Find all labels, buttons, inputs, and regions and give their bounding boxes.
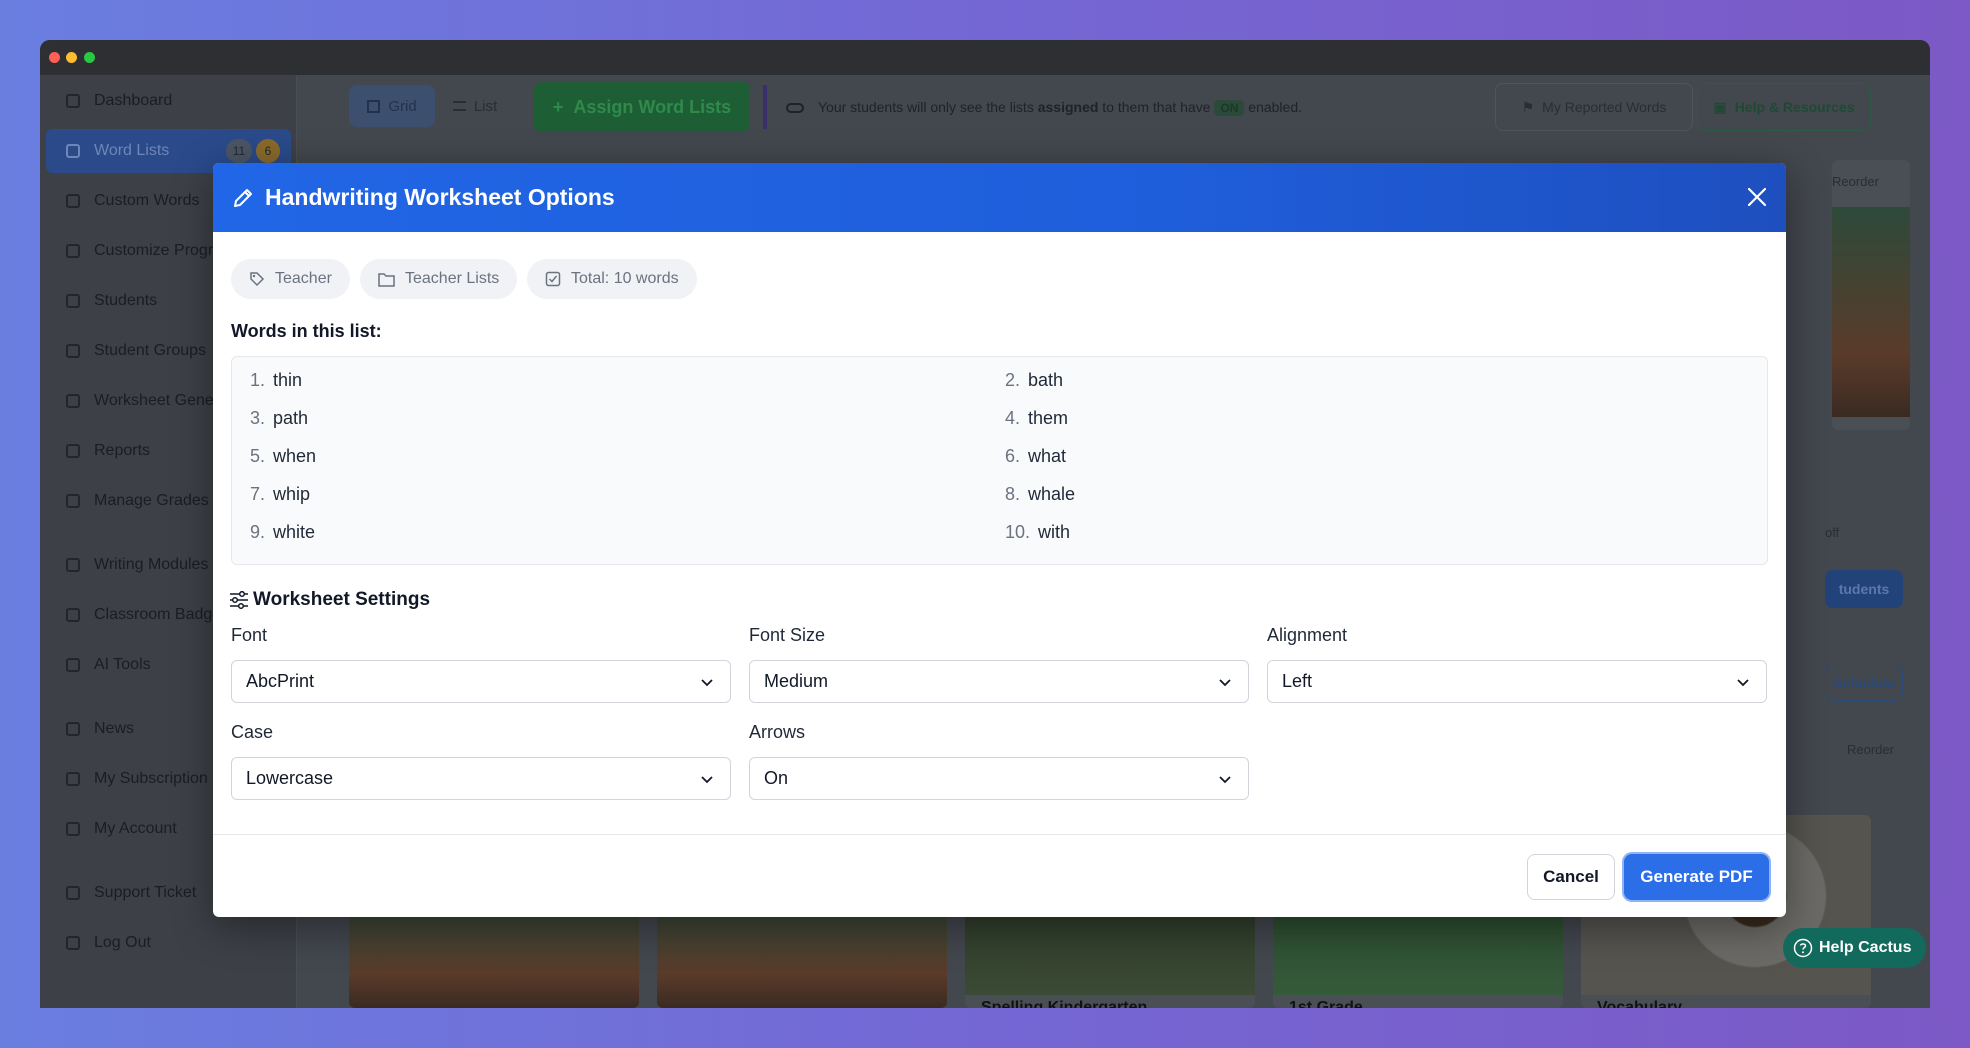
case-label: Case [231,722,274,742]
word-number: 1. [250,370,266,390]
list-item: 6. what [1005,446,1066,467]
total-words-chip: Total: 10 words [527,259,697,299]
alignment-select[interactable]: Left [1267,660,1767,703]
font-label: Font [231,625,268,645]
list-item: 10. with [1005,522,1070,543]
handwriting-worksheet-modal: Handwriting Worksheet Options Teacher Te… [213,163,1786,917]
font-size-label: Font Size [749,625,826,645]
modal-overlay: Handwriting Worksheet Options Teacher Te… [0,0,1970,1048]
modal-title: Handwriting Worksheet Options [265,184,615,210]
arrows-label: Arrows [749,722,806,742]
word-number: 7. [250,484,266,504]
question-circle-icon [1793,938,1813,958]
tag-icon [250,272,265,287]
words-list: 1. thin 2. bath 3. path 4. them 5. when 6. wha… [231,356,1768,565]
chevron-down-icon [1219,776,1231,784]
word-number: 9. [250,522,266,542]
alignment-label: Alignment [1267,625,1348,645]
list-item: 4. them [1005,408,1068,429]
chevron-down-icon [701,679,713,687]
word-text: whale [1028,484,1076,504]
pencil-icon [234,188,252,207]
case-value: Lowercase [246,768,334,788]
folder-icon [378,272,395,287]
worksheet-settings-heading: Worksheet Settings [229,589,430,611]
chevron-down-icon [1219,679,1231,687]
checklist-icon [545,271,561,287]
list-item: 5. when [250,446,316,467]
word-text: white [273,522,316,542]
list-item: 8. whale [1005,484,1075,505]
list-item: 9. white [250,522,315,543]
cancel-button[interactable]: Cancel [1527,854,1615,900]
word-number: 10. [1005,522,1031,542]
modal-footer-divider [213,834,1786,835]
font-size-value: Medium [764,671,829,691]
word-number: 2. [1005,370,1021,390]
word-number: 5. [250,446,266,466]
word-text: path [273,408,309,428]
word-text: whip [273,484,311,504]
word-number: 8. [1005,484,1021,504]
font-select[interactable]: AbcPrint [231,660,731,703]
chip-label: Teacher Lists [405,270,500,287]
modal-header: Handwriting Worksheet Options [213,163,1786,232]
word-text: with [1038,522,1071,542]
word-number: 3. [250,408,266,428]
arrows-value: On [764,768,789,788]
settings-title: Worksheet Settings [253,589,431,610]
word-text: what [1028,446,1067,466]
list-item: 7. whip [250,484,310,505]
chevron-down-icon [701,776,713,784]
chevron-down-icon [1737,679,1749,687]
font-value: AbcPrint [246,671,315,691]
case-select[interactable]: Lowercase [231,757,731,800]
list-item: 3. path [250,408,308,429]
word-text: bath [1028,370,1064,390]
word-text: thin [273,370,303,390]
tag-chip: Teacher [231,259,350,299]
generate-pdf-button[interactable]: Generate PDF [1624,854,1769,900]
chip-label: Teacher [275,270,332,287]
help-cactus-button[interactable]: Help Cactus [1783,928,1926,968]
word-number: 4. [1005,408,1021,428]
arrows-select[interactable]: On [749,757,1249,800]
help-cactus-label: Help Cactus [1819,939,1912,956]
font-size-select[interactable]: Medium [749,660,1249,703]
chip-label: Total: 10 words [571,270,679,287]
list-item: 1. thin [250,370,302,391]
close-icon[interactable] [1742,182,1772,212]
alignment-value: Left [1282,671,1313,691]
list-item: 2. bath [1005,370,1063,391]
words-list-heading: Words in this list: [231,321,382,341]
sliders-icon [230,591,248,609]
word-number: 6. [1005,446,1021,466]
category-chip: Teacher Lists [360,259,518,299]
word-text: when [273,446,317,466]
word-text: them [1028,408,1069,428]
